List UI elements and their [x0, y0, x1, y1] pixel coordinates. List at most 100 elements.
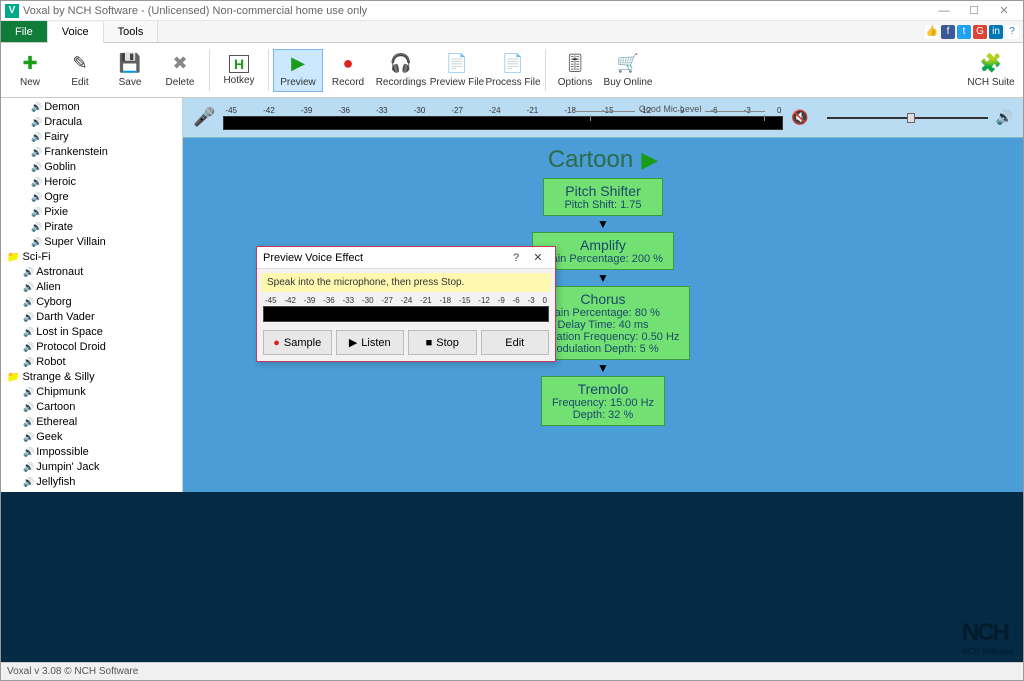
bottom-panel: NCHNCH Software — [1, 492, 1023, 662]
menu-bar: File Voice Tools 👍ftGin? — [1, 21, 1023, 43]
pencil-icon: ✎ — [69, 53, 91, 75]
effect-chain-title[interactable]: Cartoon ▶ — [548, 146, 658, 174]
recordings-button[interactable]: 🎧Recordings — [373, 50, 429, 91]
social-linkedin[interactable]: in — [989, 25, 1003, 39]
arrow-down-icon: ▼ — [597, 274, 609, 282]
tree-voice-item[interactable]: Impossible — [36, 446, 89, 458]
social-twitter[interactable]: t — [957, 25, 971, 39]
record-icon: ● — [337, 53, 359, 75]
tree-voice-item[interactable]: Jellyfish — [36, 476, 75, 488]
tree-voice-item[interactable]: Cartoon — [36, 401, 75, 413]
save-button[interactable]: 💾Save — [105, 50, 155, 91]
tree-voice-item[interactable]: Geek — [36, 431, 62, 443]
social-help[interactable]: ? — [1005, 25, 1019, 39]
status-bar: Voxal v 3.08 © NCH Software — [1, 662, 1023, 680]
plus-icon: ✚ — [19, 53, 41, 75]
options-button[interactable]: 🎚Options — [550, 50, 600, 91]
window-title: Voxal by NCH Software - (Unlicensed) Non… — [23, 5, 929, 17]
tree-folder[interactable]: Sci-Fi — [7, 251, 51, 263]
speaker-icon: 🔊 — [996, 109, 1013, 126]
maximize-button[interactable]: ☐ — [959, 2, 989, 20]
hotkey-button[interactable]: HHotkey — [214, 52, 264, 89]
dialog-edit-button[interactable]: Edit — [481, 330, 550, 355]
preview-file-button[interactable]: 📄Preview File — [429, 50, 485, 91]
tree-voice-item[interactable]: Dracula — [44, 116, 82, 128]
tree-voice-item[interactable]: Demon — [44, 101, 79, 113]
tree-voice-item[interactable]: Pirate — [44, 221, 73, 233]
new-button[interactable]: ✚New — [5, 50, 55, 91]
tree-voice-item[interactable]: Alien — [36, 281, 60, 293]
dialog-meter: -45-42-39-36-33-30-27-24-21-18-15-12-9-6… — [263, 296, 549, 322]
input-meter-bar: 🎤 Good Mic Level -45-42-39-36-33-30-27-2… — [183, 98, 1023, 138]
window-titlebar: V Voxal by NCH Software - (Unlicensed) N… — [1, 1, 1023, 21]
tree-voice-item[interactable]: Ethereal — [36, 416, 77, 428]
arrow-down-icon: ▼ — [597, 220, 609, 228]
buy-online-button[interactable]: 🛒Buy Online — [600, 50, 656, 91]
play-icon[interactable]: ▶ — [641, 147, 658, 173]
tree-voice-item[interactable]: Astronaut — [36, 266, 83, 278]
delete-button[interactable]: ✖Delete — [155, 50, 205, 91]
arrow-down-icon: ▼ — [597, 364, 609, 372]
app-icon: V — [5, 4, 19, 18]
menu-voice[interactable]: Voice — [48, 22, 104, 43]
nch-logo: NCHNCH Software — [962, 619, 1013, 656]
stop-button[interactable]: ■Stop — [408, 330, 477, 355]
sample-button[interactable]: ●Sample — [263, 330, 332, 355]
sliders-icon: 🎚 — [564, 53, 586, 75]
tree-voice-item[interactable]: Lost in Space — [36, 326, 103, 338]
tree-voice-item[interactable]: Super Villain — [44, 236, 106, 248]
dialog-close-button[interactable]: ✕ — [527, 251, 549, 264]
close-button[interactable]: ✕ — [989, 2, 1019, 20]
social-thumbs-up[interactable]: 👍 — [925, 25, 939, 39]
record-icon: ● — [273, 337, 280, 349]
dialog-instruction: Speak into the microphone, then press St… — [261, 273, 551, 292]
tree-voice-item[interactable]: Pixie — [44, 206, 68, 218]
tree-voice-item[interactable]: Frankenstein — [44, 146, 108, 158]
headphones-icon: 🎧 — [390, 53, 412, 75]
dialog-help-button[interactable]: ? — [505, 252, 527, 264]
nch-suite-button[interactable]: 🧩NCH Suite — [963, 50, 1019, 91]
level-meter: Good Mic Level -45-42-39-36-33-30-27-24-… — [223, 106, 783, 130]
tree-voice-item[interactable]: Darth Vader — [36, 311, 95, 323]
preview-voice-dialog: Preview Voice Effect ? ✕ Speak into the … — [256, 246, 556, 362]
social-links: 👍ftGin? — [925, 21, 1023, 42]
process-file-button[interactable]: 📄Process File — [485, 50, 541, 91]
floppy-icon: 💾 — [119, 53, 141, 75]
tree-voice-item[interactable]: Goblin — [44, 161, 76, 173]
file-play-icon: 📄 — [446, 53, 468, 75]
record-button[interactable]: ●Record — [323, 50, 373, 91]
effect-node[interactable]: Pitch ShifterPitch Shift: 1.75 — [543, 178, 663, 216]
social-facebook[interactable]: f — [941, 25, 955, 39]
edit-button[interactable]: ✎Edit — [55, 50, 105, 91]
tree-voice-item[interactable]: Protocol Droid — [36, 341, 106, 353]
output-volume-slider[interactable] — [827, 117, 988, 119]
cart-icon: 🛒 — [617, 53, 639, 75]
effect-node[interactable]: TremoloFrequency: 15.00 HzDepth: 32 % — [541, 376, 665, 426]
hotkey-icon: H — [229, 55, 249, 73]
preview-button[interactable]: ▶Preview — [273, 49, 323, 92]
tree-voice-item[interactable]: Cyborg — [36, 296, 71, 308]
play-icon: ▶ — [349, 336, 357, 349]
listen-button[interactable]: ▶Listen — [336, 330, 405, 355]
tree-voice-item[interactable]: Heroic — [44, 176, 76, 188]
voice-tree-sidebar[interactable]: Demon Dracula Fairy Frankenstein Goblin Heroi… — [1, 98, 183, 492]
file-gear-icon: 📄 — [502, 53, 524, 75]
tree-voice-item[interactable]: Fairy — [44, 131, 68, 143]
x-icon: ✖ — [169, 53, 191, 75]
minimize-button[interactable]: — — [929, 2, 959, 20]
mute-icon[interactable]: 🔇 — [791, 109, 808, 126]
menu-file[interactable]: File — [1, 21, 48, 42]
tree-voice-item[interactable]: Robot — [36, 356, 65, 368]
good-mic-label: Good Mic Level — [635, 104, 706, 114]
dialog-title: Preview Voice Effect — [263, 252, 505, 264]
menu-tools[interactable]: Tools — [104, 21, 159, 42]
tree-folder[interactable]: Strange & Silly — [7, 371, 95, 383]
play-icon: ▶ — [287, 53, 309, 75]
tree-voice-item[interactable]: Ogre — [44, 191, 68, 203]
stop-icon: ■ — [426, 337, 433, 349]
social-google-plus[interactable]: G — [973, 25, 987, 39]
status-text: Voxal v 3.08 © NCH Software — [7, 666, 138, 677]
toolbar: ✚New ✎Edit 💾Save ✖Delete HHotkey ▶Previe… — [1, 43, 1023, 98]
tree-voice-item[interactable]: Jumpin' Jack — [36, 461, 99, 473]
tree-voice-item[interactable]: Chipmunk — [36, 386, 86, 398]
